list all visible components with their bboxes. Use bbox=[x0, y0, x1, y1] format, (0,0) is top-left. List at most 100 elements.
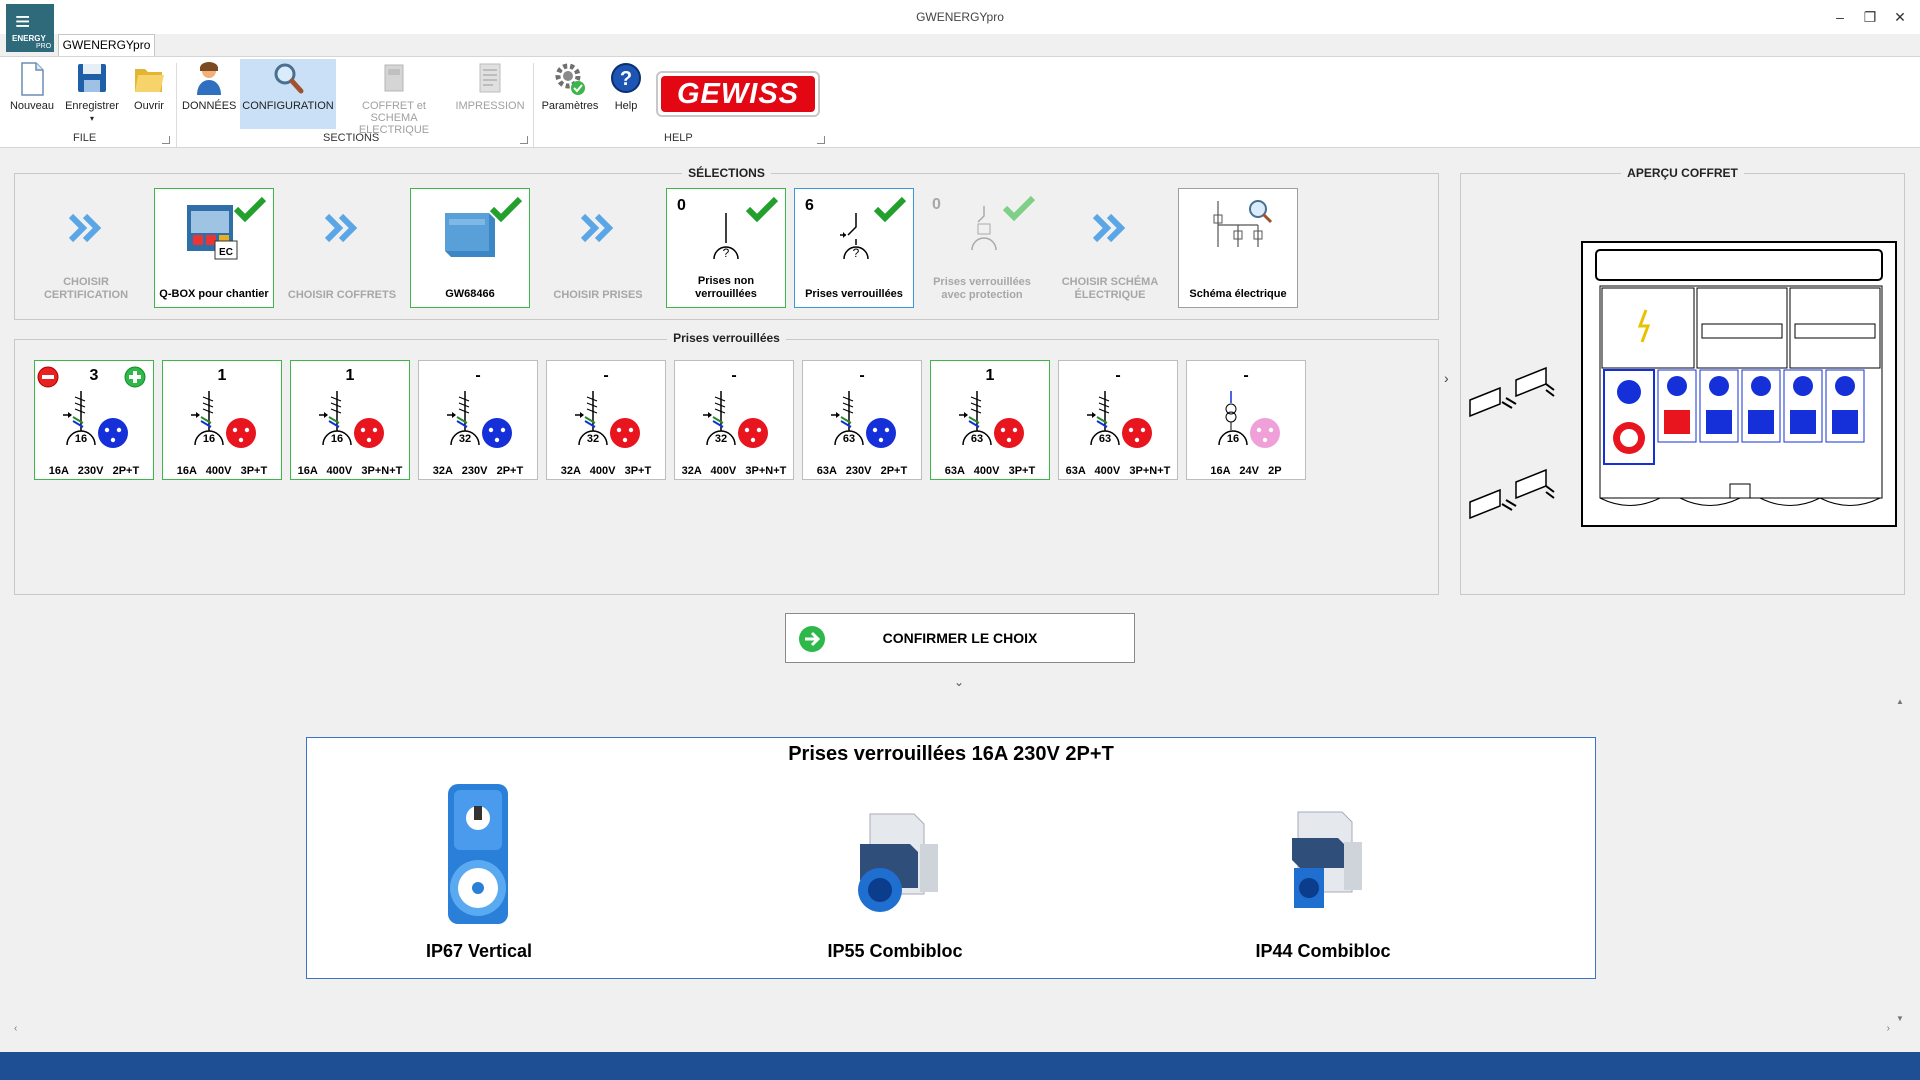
socket-card[interactable]: 1 63 63A 400V 3P+T bbox=[930, 360, 1050, 480]
logo-subtext: PRO bbox=[36, 43, 52, 50]
choisir-coffrets-card[interactable]: CHOISIR COFFRETS bbox=[282, 188, 402, 308]
chevron-down-icon[interactable]: ⌄ bbox=[954, 675, 964, 689]
chevron-double-right-icon bbox=[1092, 213, 1126, 243]
group-label-file: FILE bbox=[73, 132, 97, 144]
socket-spec-label: 16A 400V 3P+N+T bbox=[297, 465, 403, 477]
card-count: 0 bbox=[677, 197, 686, 214]
print-icon bbox=[479, 63, 501, 93]
cable-symbol-icon bbox=[1469, 468, 1555, 520]
donnees-button[interactable]: DONNÉES bbox=[182, 59, 236, 129]
card-label: CHOISIR COFFRETS bbox=[287, 289, 397, 301]
product-ip67-vertical[interactable]: IP67 Vertical bbox=[329, 780, 629, 970]
status-bar bbox=[0, 1052, 1920, 1080]
app-logo[interactable]: ≡ ENERGY PRO bbox=[6, 4, 54, 52]
prises-non-verrouillees-card[interactable]: 0 ? Prises non verrouillées bbox=[666, 188, 786, 308]
sockets-title: Prises verrouillées bbox=[14, 331, 1439, 345]
card-count: 0 bbox=[932, 196, 941, 213]
socket-amperage: 32 bbox=[587, 433, 599, 445]
socket-card[interactable]: - 63 63A 230V 2P+T bbox=[802, 360, 922, 480]
scroll-up-icon[interactable]: ▲ bbox=[1896, 697, 1904, 706]
close-button[interactable]: ✕ bbox=[1888, 6, 1912, 28]
socket-spec-label: 63A 230V 2P+T bbox=[816, 465, 908, 477]
ip55-combibloc-image bbox=[858, 813, 938, 912]
logo-glyph-icon: ≡ bbox=[15, 6, 31, 36]
choisir-prises-card[interactable]: CHOISIR PRISES bbox=[538, 188, 658, 308]
socket-symbol-icon: 63 bbox=[959, 391, 1024, 448]
qbox-card[interactable]: EC Q-BOX pour chantier bbox=[154, 188, 274, 308]
product-panel: Prises verrouillées 16A 230V 2P+T IP67 V… bbox=[306, 737, 1596, 979]
horizontal-scrollbar[interactable]: ‹ › bbox=[12, 1023, 1892, 1036]
socket-quantity: - bbox=[603, 367, 609, 384]
prises-verrouillees-protection-card[interactable]: 0 Prises verrouillées avec protection bbox=[922, 188, 1042, 308]
socket-symbol-icon: 16 bbox=[319, 391, 384, 448]
checkmark-icon bbox=[745, 196, 779, 223]
socket-card[interactable]: 1 16 16A 400V 3P+T bbox=[162, 360, 282, 480]
increase-quantity-button[interactable] bbox=[124, 366, 146, 388]
parametres-button-label: Paramètres bbox=[541, 100, 599, 112]
logo-text: ENERGY bbox=[12, 34, 46, 43]
prises-verrouillees-card[interactable]: 6 ? Prises verrouillées bbox=[794, 188, 914, 308]
socket-card[interactable]: - 63 63A 400V 3P+N+T bbox=[1058, 360, 1178, 480]
configuration-button-label: CONFIGURATION bbox=[242, 100, 334, 112]
gewiss-logo: GEWISS bbox=[656, 71, 820, 117]
socket-quantity: - bbox=[475, 367, 481, 384]
title-bar: GWENERGYpro – ❐ ✕ bbox=[0, 0, 1920, 34]
product-ip55-combibloc[interactable]: IP55 Combibloc bbox=[745, 780, 1045, 970]
product-name: IP44 Combibloc bbox=[1255, 941, 1391, 961]
expand-preview-icon[interactable]: › bbox=[1444, 370, 1449, 386]
restore-button[interactable]: ❐ bbox=[1858, 6, 1882, 28]
choisir-schema-card[interactable]: CHOISIR SCHÉMA ÉLECTRIQUE bbox=[1050, 188, 1170, 308]
save-button[interactable]: Enregistrer ▾ bbox=[62, 59, 122, 129]
settings-icon bbox=[555, 63, 585, 95]
cabinet-preview-drawing bbox=[1581, 241, 1897, 527]
confirm-choice-label: CONFIRMER LE CHOIX bbox=[882, 630, 1038, 646]
confirm-choice-button[interactable]: CONFIRMER LE CHOIX bbox=[785, 613, 1135, 663]
choisir-certification-card[interactable]: CHOISIR CERTIFICATION bbox=[26, 188, 146, 308]
product-name: IP67 Vertical bbox=[425, 941, 533, 961]
open-button[interactable]: Ouvrir bbox=[126, 59, 172, 129]
coffret-gw68466-card[interactable]: GW68466 bbox=[410, 188, 530, 308]
group-label-help: HELP bbox=[664, 132, 693, 144]
file-group-launcher-icon[interactable] bbox=[162, 136, 170, 144]
configuration-button[interactable]: CONFIGURATION bbox=[240, 59, 336, 129]
preview-title: APERÇU COFFRET bbox=[1460, 166, 1905, 180]
socket-quantity: - bbox=[731, 367, 737, 384]
socket-amperage: 63 bbox=[971, 433, 983, 445]
card-label: CHOISIR PRISES bbox=[553, 289, 643, 301]
coffret-schema-button[interactable]: COFFRET et SCHEMA ELECTRIQUE bbox=[340, 59, 448, 136]
schema-electrique-card[interactable]: Schéma électrique bbox=[1178, 188, 1298, 308]
socket-card[interactable]: - 32 32A 230V 2P+T bbox=[418, 360, 538, 480]
socket-amperage: 63 bbox=[1099, 433, 1111, 445]
scroll-right-icon[interactable]: › bbox=[1887, 1023, 1890, 1034]
socket-quantity: 1 bbox=[345, 367, 355, 384]
parametres-button[interactable]: Paramètres bbox=[538, 59, 602, 129]
socket-spec-label: 32A 230V 2P+T bbox=[432, 465, 524, 477]
checkmark-icon bbox=[233, 196, 267, 223]
checkmark-icon bbox=[1002, 195, 1036, 222]
gewiss-logo-text: GEWISS bbox=[661, 76, 815, 112]
checkmark-icon bbox=[489, 196, 523, 223]
save-button-label: Enregistrer bbox=[65, 100, 119, 112]
decrease-quantity-button[interactable] bbox=[37, 366, 59, 388]
help-button[interactable]: ? Help bbox=[606, 59, 646, 129]
vertical-scrollbar[interactable]: ▲ ▼ bbox=[1894, 695, 1907, 1025]
help-group-launcher-icon[interactable] bbox=[817, 136, 825, 144]
scroll-down-icon[interactable]: ▼ bbox=[1896, 1014, 1904, 1023]
socket-card[interactable]: - 32 32A 400V 3P+T bbox=[546, 360, 666, 480]
socket-symbol-icon: ? bbox=[713, 213, 739, 260]
schema-search-icon bbox=[1213, 200, 1273, 247]
impression-button[interactable]: IMPRESSION bbox=[452, 59, 528, 129]
new-button[interactable]: Nouveau bbox=[6, 59, 58, 129]
qbox-badge: EC bbox=[219, 247, 233, 258]
scroll-left-icon[interactable]: ‹ bbox=[14, 1023, 17, 1034]
sections-group-launcher-icon[interactable] bbox=[520, 136, 528, 144]
socket-card[interactable]: 1 16 16A 400V 3P+N+T bbox=[290, 360, 410, 480]
socket-card[interactable]: - 16 16A 24V 2P bbox=[1186, 360, 1306, 480]
card-label: Q-BOX pour chantier bbox=[159, 288, 269, 300]
folder-open-icon bbox=[135, 69, 164, 92]
product-ip44-combibloc[interactable]: IP44 Combibloc bbox=[1173, 780, 1473, 970]
socket-card[interactable]: - 32 32A 400V 3P+N+T bbox=[674, 360, 794, 480]
save-dropdown-icon[interactable]: ▾ bbox=[90, 114, 94, 123]
tab-gwenergypro[interactable]: GWENERGYpro bbox=[58, 34, 155, 56]
minimize-button[interactable]: – bbox=[1828, 6, 1852, 28]
